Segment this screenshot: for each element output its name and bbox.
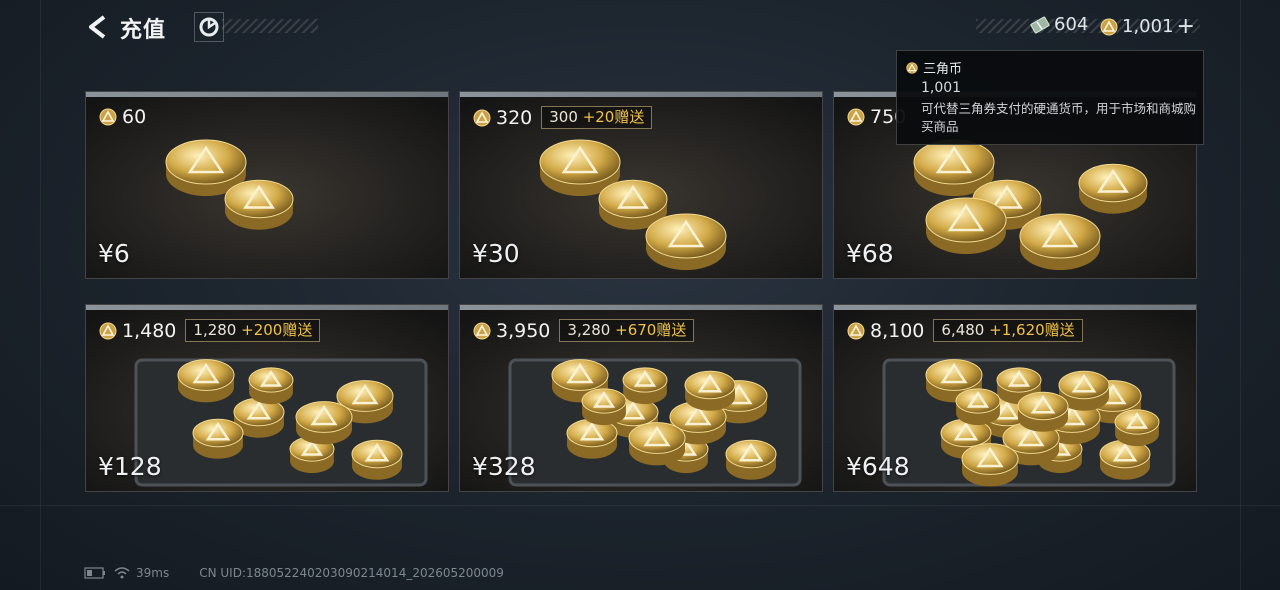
bonus-badge: 300 +20赠送 [541, 106, 653, 129]
bonus-extra: +200赠送 [241, 321, 313, 339]
bonus-badge: 6,480 +1,620赠送 [933, 319, 1083, 342]
triangle-coin-icon [473, 322, 491, 339]
coin-pack-card[interactable]: 60 ¥6 [85, 91, 449, 279]
ticket-balance[interactable]: 604 [1030, 14, 1088, 35]
back-button[interactable] [84, 12, 110, 42]
coin-count: 1,001 [1122, 16, 1174, 37]
battery-icon [84, 567, 105, 579]
tooltip-title: 三角币 [923, 62, 963, 77]
coin-tooltip: 三角币 1,001 可代替三角券支付的硬通货币，用于市场和商城购买商品 [896, 50, 1204, 145]
coin-amount-value: 320 [496, 106, 533, 129]
coin-amount-value: 8,100 [870, 319, 925, 342]
bonus-base: 6,480 [941, 321, 985, 339]
coin-balance[interactable]: 1,001 + [1100, 14, 1195, 39]
bonus-badge: 3,280 +670赠送 [559, 319, 695, 342]
coin-pack-card[interactable]: 8,100 6,480 +1,620赠送 ¥648 [833, 304, 1197, 492]
back-arrow-icon [89, 15, 106, 39]
bonus-base: 1,280 [193, 321, 237, 339]
wifi-icon [114, 567, 130, 579]
ticket-count: 604 [1054, 14, 1089, 35]
ping-text: 39ms [136, 566, 170, 580]
bonus-base: 3,280 [567, 321, 611, 339]
tooltip-description: 可代替三角券支付的硬通货币，用于市场和商城购买商品 [921, 101, 1197, 134]
price-label: ¥30 [472, 239, 520, 268]
header: 充值 604 1,001 + [0, 0, 1280, 55]
status-bar: 39ms CN UID:18805224020309021401​4_20260… [84, 565, 510, 581]
triangle-coin-icon [847, 322, 865, 339]
coin-amount-value: 60 [122, 106, 147, 128]
triangle-coin-icon [99, 108, 117, 126]
price-label: ¥128 [98, 452, 162, 481]
header-decoration [222, 19, 318, 33]
page-title: 充值 [120, 18, 167, 43]
triangle-coin-icon [99, 322, 117, 339]
price-label: ¥68 [846, 239, 894, 268]
add-coins-button[interactable]: + [1177, 14, 1195, 39]
tooltip-count: 1,001 [921, 80, 962, 96]
uid-text: CN UID:18805224020309021401​4_2026052000… [199, 566, 504, 580]
coin-amount-value: 1,480 [122, 319, 177, 342]
coin-amount: 320 300 +20赠送 [473, 106, 653, 129]
coin-amount: 60 [99, 106, 146, 128]
triangle-coin-icon [906, 61, 918, 74]
coin-amount: 8,100 6,480 +1,620赠送 [847, 319, 1083, 342]
coin-pack-card[interactable]: 320 300 +20赠送 ¥30 [459, 91, 823, 279]
price-label: ¥6 [98, 239, 130, 268]
triangle-coin-icon [1100, 18, 1118, 35]
game-logo-icon [194, 12, 224, 42]
price-label: ¥328 [472, 452, 536, 481]
coin-pack-card[interactable]: 3,950 3,280 +670赠送 ¥328 [459, 304, 823, 492]
coin-amount: 1,480 1,280 +200赠送 [99, 319, 321, 342]
price-label: ¥648 [846, 452, 910, 481]
bonus-extra: +20赠送 [582, 108, 645, 126]
bonus-extra: +670赠送 [615, 321, 687, 339]
coin-amount: 3,950 3,280 +670赠送 [473, 319, 695, 342]
bonus-base: 300 [549, 108, 578, 126]
coin-amount-value: 3,950 [496, 319, 551, 342]
triangle-coin-icon [847, 108, 865, 126]
ticket-icon [1030, 16, 1050, 33]
triangle-coin-icon [473, 109, 491, 126]
bonus-extra: +1,620赠送 [989, 321, 1075, 339]
bonus-badge: 1,280 +200赠送 [185, 319, 321, 342]
coin-pack-card[interactable]: 1,480 1,280 +200赠送 ¥128 [85, 304, 449, 492]
